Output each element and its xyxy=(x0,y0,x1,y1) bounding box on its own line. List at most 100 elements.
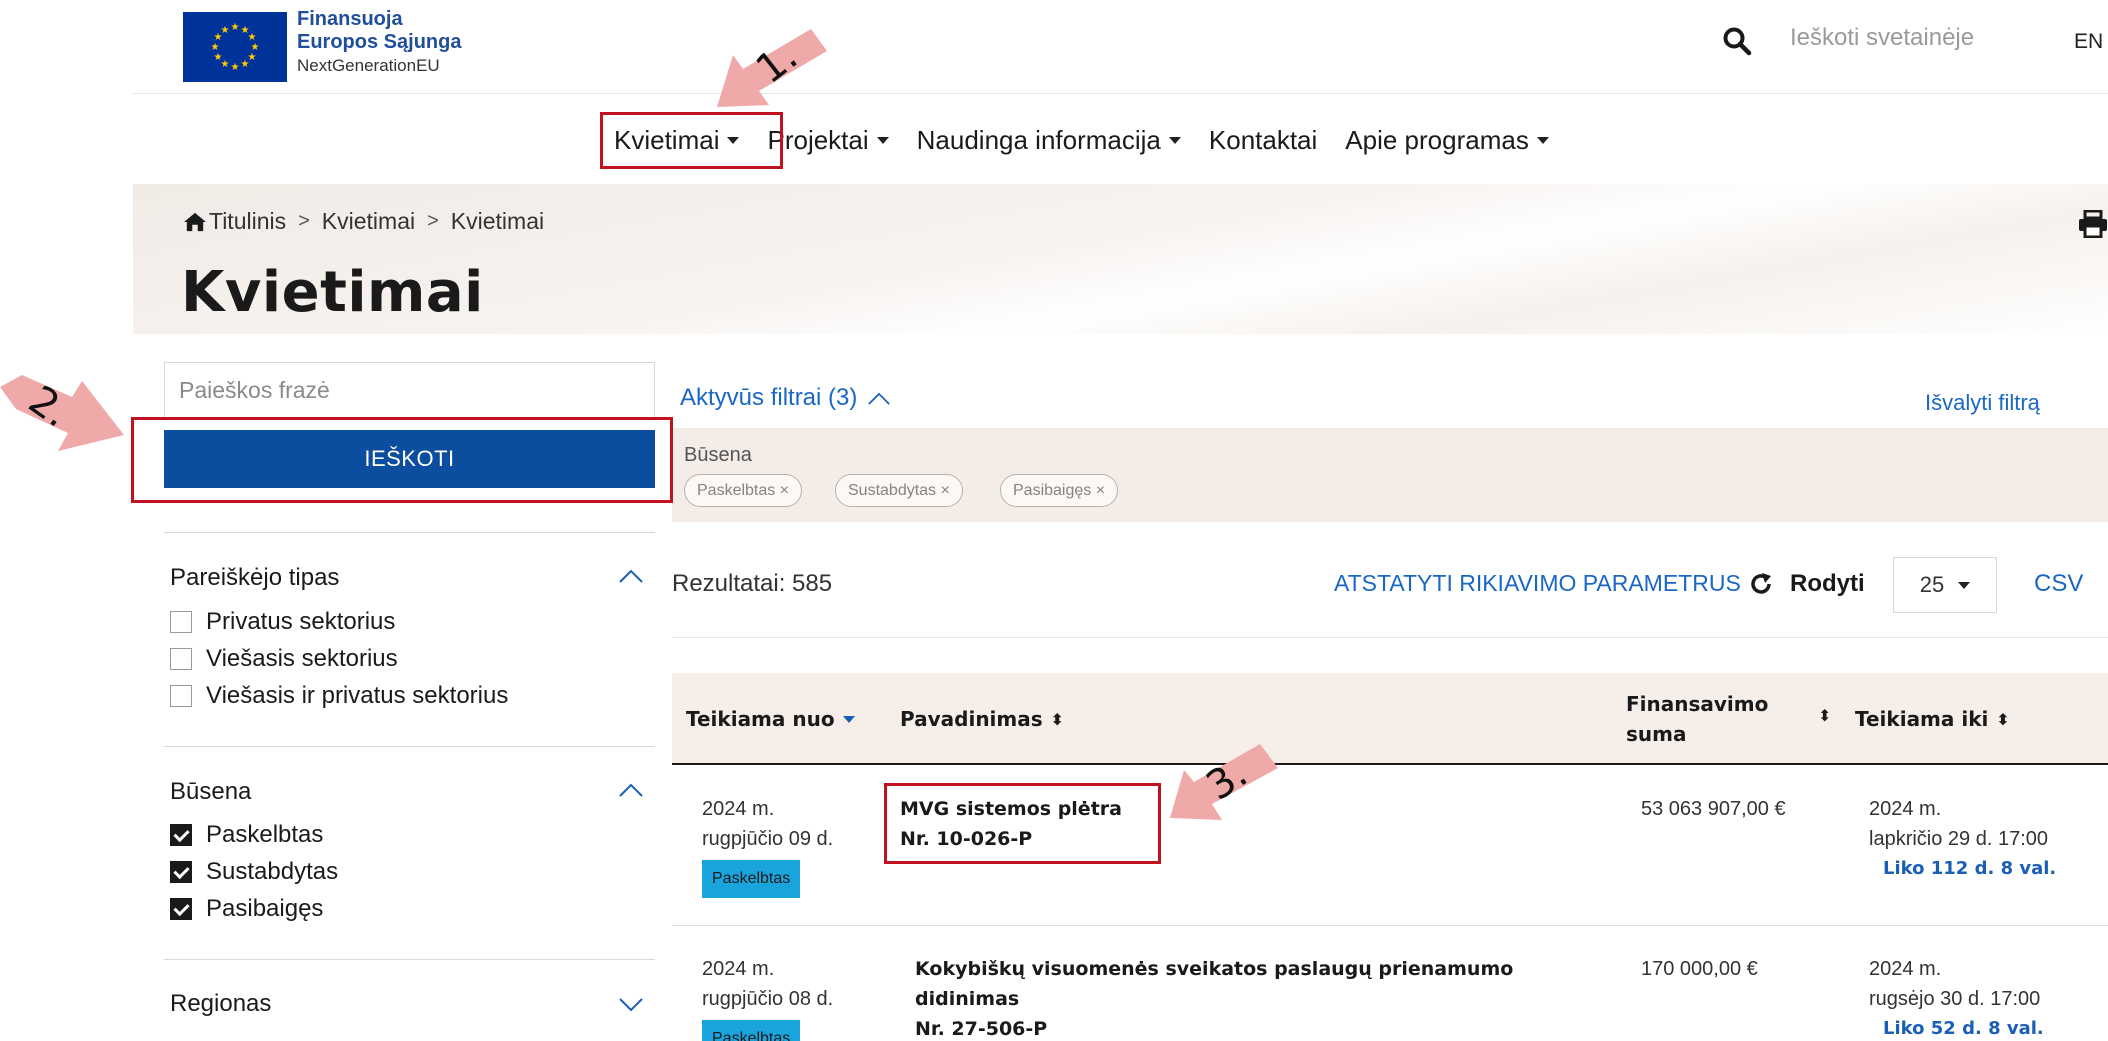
site-search-input[interactable]: Ieškoti svetainėje xyxy=(1790,24,1974,52)
caret-down-icon xyxy=(876,136,889,144)
column-header-name[interactable]: Pavadinimas ⬍ xyxy=(900,673,1064,765)
chevron-up-icon xyxy=(868,392,891,405)
per-page-select[interactable]: 25 xyxy=(1893,557,1997,613)
facet-title-applicant[interactable]: Pareiškėjo tipas xyxy=(170,564,339,592)
checkbox-pasibaiges[interactable]: Pasibaigęs xyxy=(170,890,338,927)
clear-filters-link[interactable]: Išvalyti filtrą xyxy=(1925,390,2040,416)
search-input[interactable]: Paieškos frazė xyxy=(164,362,655,418)
breadcrumb-item-kvietimai[interactable]: Kvietimai xyxy=(322,208,415,235)
checkbox-label: Pasibaigęs xyxy=(206,894,324,922)
caret-down-icon xyxy=(1958,581,1971,589)
language-switch[interactable]: EN xyxy=(2074,30,2103,54)
active-filters-toggle[interactable]: Aktyvūs filtrai (3) xyxy=(680,384,891,412)
breadcrumb: Titulinis > Kvietimai > Kvietimai xyxy=(183,208,544,235)
row-2-title-link[interactable]: Kokybiškų visuomenės sveikatos paslaugų … xyxy=(915,954,1513,1041)
caret-down-icon xyxy=(1168,136,1181,144)
checkbox-paskelbtas[interactable]: Paskelbtas xyxy=(170,816,338,853)
sort-icon[interactable]: ⬍ xyxy=(1818,706,1831,725)
logo-text[interactable]: Finansuoja Europos Sąjunga NextGeneratio… xyxy=(297,8,461,78)
header-divider xyxy=(133,93,2108,94)
row-1-to: 2024 m. lapkričio 29 d. 17:00 Liko 112 d… xyxy=(1869,794,2056,884)
nav-item-apie-programas[interactable]: Apie programas xyxy=(1331,118,1563,162)
reset-sort-link[interactable]: ATSTATYTI RIKIAVIMO PARAMETRUS xyxy=(1334,570,1773,597)
logo-line-3: NextGenerationEU xyxy=(297,56,440,75)
call-title: Kokybiškų visuomenės sveikatos paslaugų … xyxy=(915,958,1514,980)
checkbox-label: Sustabdytas xyxy=(206,857,339,885)
results-count: Rezultatai: 585 xyxy=(672,570,833,597)
breadcrumb-item-home[interactable]: Titulinis xyxy=(209,208,286,235)
sort-icon: ⬍ xyxy=(1050,709,1065,729)
nav-item-naudinga-informacija[interactable]: Naudinga informacija xyxy=(903,118,1195,162)
csv-export-link[interactable]: CSV xyxy=(2034,570,2083,598)
chevron-down-icon[interactable] xyxy=(618,996,644,1012)
to-date: rugsėjo 30 d. 17:00 xyxy=(1869,988,2041,1010)
column-header-to[interactable]: Teikiama iki ⬍ xyxy=(1855,673,2010,765)
nav-label: Naudinga informacija xyxy=(916,124,1161,155)
table-header: Teikiama nuo Pavadinimas ⬍ Finansavimo s… xyxy=(672,673,2108,765)
chevron-up-icon[interactable] xyxy=(618,568,644,584)
checkbox-box[interactable] xyxy=(170,897,192,920)
checkbox-label: Viešasis sektorius xyxy=(206,644,398,672)
checkbox-box[interactable] xyxy=(170,610,192,633)
checkbox-label: Viešasis ir privatus sektorius xyxy=(206,681,509,709)
home-icon[interactable] xyxy=(183,212,207,232)
row-1-amount: 53 063 907,00 € xyxy=(1641,798,1786,820)
facet-options-applicant: Privatus sektorius Viešasis sektorius Vi… xyxy=(170,603,508,714)
facet-title-region[interactable]: Regionas xyxy=(170,990,271,1018)
nav-label: Apie programas xyxy=(1345,124,1529,155)
checkbox-viesasis-sektorius[interactable]: Viešasis sektorius xyxy=(170,640,508,677)
active-filters-label: Aktyvūs filtrai (3) xyxy=(680,384,858,411)
sort-desc-icon xyxy=(842,715,855,723)
caret-down-icon xyxy=(1536,136,1549,144)
time-remaining: Liko 52 d. 8 val. xyxy=(1883,1018,2044,1039)
from-date: rugpjūčio 09 d. xyxy=(702,828,834,850)
divider xyxy=(164,532,655,533)
eu-flag-logo[interactable]: ★ ★ ★ ★ ★ ★ ★ ★ ★ ★ ★ ★ xyxy=(183,12,287,82)
breadcrumb-separator: > xyxy=(298,210,310,232)
filter-chip-pasibaiges[interactable]: Pasibaigęs × xyxy=(1000,474,1119,507)
filter-chip-paskelbtas[interactable]: Paskelbtas × xyxy=(684,474,803,507)
filter-chip-sustabdytas[interactable]: Sustabdytas × xyxy=(835,474,963,507)
checkbox-box[interactable] xyxy=(170,860,192,883)
to-date: lapkričio 29 d. 17:00 xyxy=(1869,828,2049,850)
svg-text:★: ★ xyxy=(221,25,230,36)
chevron-up-icon[interactable] xyxy=(618,782,644,798)
page-title: Kvietimai xyxy=(181,260,484,325)
checkbox-label: Privatus sektorius xyxy=(206,607,396,635)
facet-title-status[interactable]: Būsena xyxy=(170,778,251,806)
breadcrumb-separator: > xyxy=(427,210,439,232)
show-label: Rodyti xyxy=(1790,570,1865,597)
checkbox-label: Paskelbtas xyxy=(206,820,324,848)
logo-line-1: Finansuoja xyxy=(297,8,403,30)
from-date: rugpjūčio 08 d. xyxy=(702,988,834,1010)
checkbox-box[interactable] xyxy=(170,684,192,707)
divider xyxy=(672,637,2108,638)
divider xyxy=(164,959,655,960)
column-header-from[interactable]: Teikiama nuo xyxy=(686,673,855,765)
svg-text:★: ★ xyxy=(211,42,220,53)
checkbox-sustabdytas[interactable]: Sustabdytas xyxy=(170,853,338,890)
nav-item-kontaktai[interactable]: Kontaktai xyxy=(1195,118,1331,162)
print-icon[interactable] xyxy=(2078,209,2108,239)
status-badge: Paskelbtas xyxy=(702,860,801,898)
checkbox-privatus-sektorius[interactable]: Privatus sektorius xyxy=(170,603,508,640)
checkbox-box[interactable] xyxy=(170,823,192,846)
reset-sort-label: ATSTATYTI RIKIAVIMO PARAMETRUS xyxy=(1334,570,1741,596)
from-year: 2024 m. xyxy=(702,798,775,820)
row-2-to: 2024 m. rugsėjo 30 d. 17:00 Liko 52 d. 8… xyxy=(1869,954,2044,1041)
column-header-label: suma xyxy=(1626,722,1687,746)
checkbox-viesasis-ir-privatus[interactable]: Viešasis ir privatus sektorius xyxy=(170,677,508,714)
column-header-amount[interactable]: Finansavimo suma xyxy=(1626,673,1768,765)
row-1-from: 2024 m. rugpjūčio 09 d. Paskelbtas xyxy=(702,794,833,898)
column-header-label: Teikiama iki xyxy=(1855,707,1989,731)
to-year: 2024 m. xyxy=(1869,958,1942,980)
checkbox-box[interactable] xyxy=(170,647,192,670)
search-icon[interactable] xyxy=(1722,26,1752,56)
nav-label: Kontaktai xyxy=(1208,124,1318,155)
per-page-value: 25 xyxy=(1919,572,1945,597)
svg-text:★: ★ xyxy=(231,62,240,73)
column-header-label: Finansavimo xyxy=(1626,692,1769,716)
column-header-label: Teikiama nuo xyxy=(686,707,835,731)
call-title-cont: didinimas xyxy=(915,988,1020,1010)
annotation-highlight-1 xyxy=(600,112,783,169)
